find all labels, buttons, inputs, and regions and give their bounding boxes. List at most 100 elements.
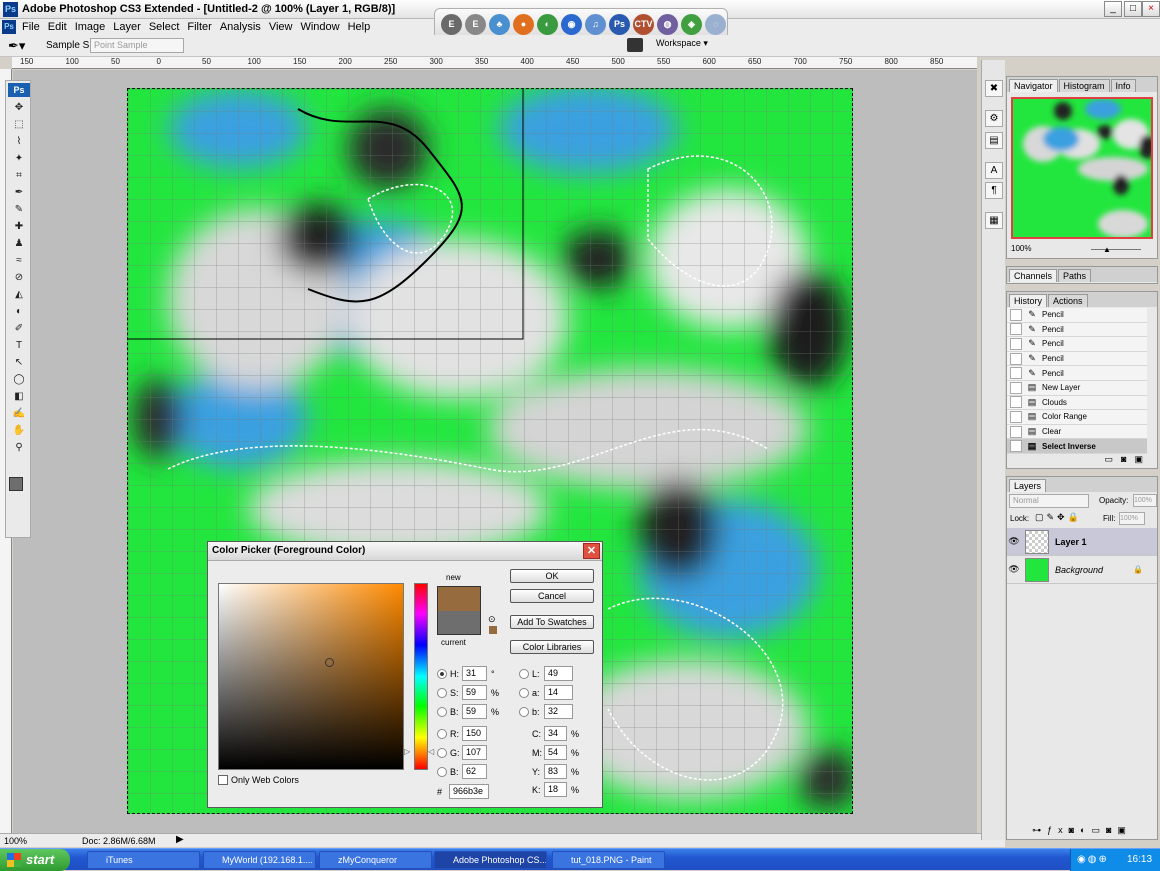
gamut-warning-icon[interactable]: ⊙	[488, 614, 496, 625]
history-item[interactable]: ✎ Pencil	[1007, 351, 1147, 367]
menu-view[interactable]: View	[265, 20, 297, 34]
history-item[interactable]: ▤ Clear	[1007, 424, 1147, 440]
navigator-preview[interactable]	[1011, 97, 1153, 239]
history-item[interactable]: ▤ Color Range	[1007, 410, 1147, 425]
hue-slider-handle-left[interactable]: ▷	[404, 747, 410, 756]
tool-icon[interactable]: ◧	[9, 390, 29, 404]
add-to-swatches-button[interactable]: Add To Swatches	[510, 615, 594, 629]
b-field[interactable]: 59	[462, 704, 487, 719]
dock-panel-icon[interactable]: ¶	[985, 182, 1003, 199]
history-snapshot-checkbox[interactable]	[1010, 381, 1022, 394]
zoom-level[interactable]: 100%	[4, 836, 27, 846]
tool-icon[interactable]: ✦	[9, 152, 29, 166]
tool-icon[interactable]: ◭	[9, 288, 29, 302]
tool-icon[interactable]: ≈	[9, 254, 29, 268]
history-item[interactable]: ▤ Select Inverse	[1007, 439, 1147, 454]
history-actions[interactable]: ▭◙▣	[1007, 454, 1157, 468]
hex-field[interactable]: 966b3e	[449, 784, 489, 799]
taskbar-button[interactable]: tut_018.PNG - Paint	[552, 851, 665, 869]
blend-mode-select[interactable]: Normal	[1009, 494, 1089, 508]
tool-icon[interactable]: ⌇	[9, 135, 29, 149]
history-item[interactable]: ✎ Pencil	[1007, 366, 1147, 381]
history-snapshot-checkbox[interactable]	[1010, 337, 1022, 350]
s-field[interactable]: 59	[462, 685, 487, 700]
minimize-button[interactable]: _	[1104, 1, 1122, 17]
history-snapshot-checkbox[interactable]	[1010, 425, 1022, 438]
workspace-icon[interactable]	[627, 38, 643, 52]
tool-icon[interactable]: ⚲	[9, 441, 29, 455]
m-field[interactable]: 54	[544, 745, 567, 760]
tab-paths[interactable]: Paths	[1058, 269, 1092, 282]
layer-row[interactable]: 👁 Layer 1	[1007, 528, 1157, 556]
cancel-button[interactable]: Cancel	[510, 589, 594, 603]
quick-launch-icon[interactable]: ◈	[681, 14, 702, 35]
history-item[interactable]: ✎ Pencil	[1007, 322, 1147, 338]
dock-panel-icon[interactable]: A	[985, 162, 1003, 179]
tool-icon[interactable]: ✐	[9, 322, 29, 336]
only-web-colors-checkbox[interactable]	[218, 775, 228, 785]
tab-histogram[interactable]: Histogram	[1058, 79, 1110, 92]
hue-slider-handle-right[interactable]: ◁	[428, 747, 434, 756]
quick-launch-icon[interactable]: ◍	[657, 14, 678, 35]
tab-navigator[interactable]: Navigator	[1009, 79, 1058, 92]
quick-launch-icon[interactable]: CTV	[633, 14, 654, 35]
tool-icon[interactable]: ✍	[9, 407, 29, 421]
a-field[interactable]: 14	[544, 685, 573, 700]
layer-row[interactable]: 👁 Background 🔒	[1007, 556, 1157, 584]
l-radio[interactable]	[519, 668, 529, 679]
quick-launch-icon[interactable]: ◌	[705, 14, 726, 35]
lab-b-field[interactable]: 32	[544, 704, 573, 719]
color-field-cursor[interactable]	[325, 658, 334, 667]
tab-history[interactable]: History	[1009, 294, 1048, 307]
menu-layer[interactable]: Layer	[109, 20, 145, 34]
fill-field[interactable]: 100%	[1119, 512, 1145, 525]
visibility-eye-icon[interactable]: 👁	[1007, 536, 1021, 547]
tool-icon[interactable]: ◐	[9, 305, 29, 319]
tool-icon[interactable]: ✎	[9, 203, 29, 217]
tool-icon[interactable]: ✋	[9, 424, 29, 438]
tool-icon[interactable]: ◯	[9, 373, 29, 387]
quick-launch-icon[interactable]: Ps	[609, 14, 630, 35]
layers-actions[interactable]: ⊶ƒx◙◐▭◙▣	[1007, 825, 1157, 839]
history-item[interactable]: ▤ New Layer	[1007, 380, 1147, 396]
menu-file[interactable]: File	[18, 20, 44, 34]
s-radio[interactable]	[437, 687, 447, 698]
l-field[interactable]: 49	[544, 666, 573, 681]
g-radio[interactable]	[437, 747, 447, 758]
visibility-eye-icon[interactable]: 👁	[1007, 564, 1021, 575]
menu-window[interactable]: Window	[296, 20, 343, 34]
k-field[interactable]: 18	[544, 782, 567, 797]
tool-icon[interactable]: ⌗	[9, 169, 29, 183]
layer-name[interactable]: Background	[1055, 565, 1103, 575]
tool-icon[interactable]: ♟	[9, 237, 29, 251]
tab-actions[interactable]: Actions	[1048, 294, 1088, 307]
tool-icon[interactable]: T	[9, 339, 29, 353]
hue-slider[interactable]	[414, 583, 428, 770]
history-snapshot-checkbox[interactable]	[1010, 396, 1022, 409]
close-window-button[interactable]: ×	[1142, 1, 1160, 17]
tab-layers[interactable]: Layers	[1009, 479, 1047, 492]
a-radio[interactable]	[519, 687, 529, 698]
quick-launch-icon[interactable]: ♫	[585, 14, 606, 35]
history-item[interactable]: ✎ Pencil	[1007, 337, 1147, 352]
r-field[interactable]: 150	[462, 726, 487, 741]
tab-info[interactable]: Info	[1110, 79, 1136, 92]
dock-panel-icon[interactable]: ▤	[985, 132, 1003, 149]
tool-icon[interactable]: ✚	[9, 220, 29, 234]
h-field[interactable]: 31	[462, 666, 487, 681]
layer-name[interactable]: Layer 1	[1055, 537, 1087, 547]
zoom-slider-icon[interactable]: ▲	[1103, 245, 1111, 254]
web-safe-swatch[interactable]	[489, 626, 497, 634]
tab-channels[interactable]: Channels	[1009, 269, 1058, 282]
tool-icon[interactable]: ⊘	[9, 271, 29, 285]
quick-launch-icon[interactable]: E	[465, 14, 486, 35]
workspace-menu[interactable]: Workspace ▾	[656, 38, 708, 49]
quick-launch-icon[interactable]: ♣	[489, 14, 510, 35]
history-item[interactable]: ✎ Pencil	[1007, 308, 1147, 323]
menu-analysis[interactable]: Analysis	[216, 20, 265, 34]
ok-button[interactable]: OK	[510, 569, 594, 583]
quick-launch-icon[interactable]: ◐	[537, 14, 558, 35]
quick-launch-icon[interactable]: ●	[513, 14, 534, 35]
color-libraries-button[interactable]: Color Libraries	[510, 640, 594, 654]
start-button[interactable]: start	[0, 849, 70, 871]
